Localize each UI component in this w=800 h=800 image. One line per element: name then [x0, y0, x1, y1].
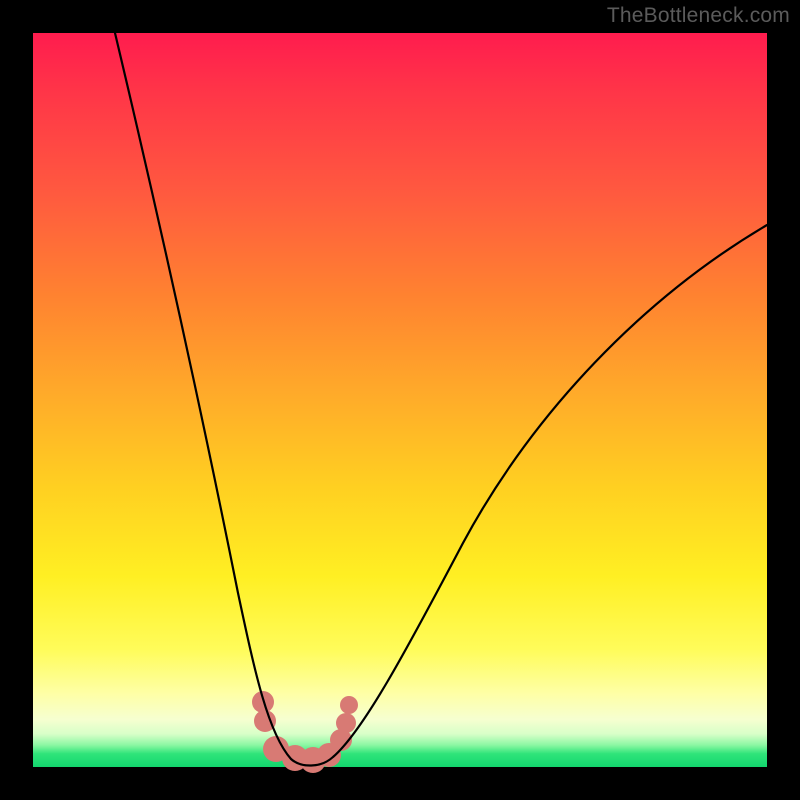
watermark-text: TheBottleneck.com [607, 4, 790, 28]
bottleneck-curve [33, 33, 767, 767]
chart-plot-area [33, 33, 767, 767]
outer-frame: TheBottleneck.com [0, 0, 800, 800]
valley-bumps [252, 691, 358, 773]
curve-path [115, 33, 767, 766]
